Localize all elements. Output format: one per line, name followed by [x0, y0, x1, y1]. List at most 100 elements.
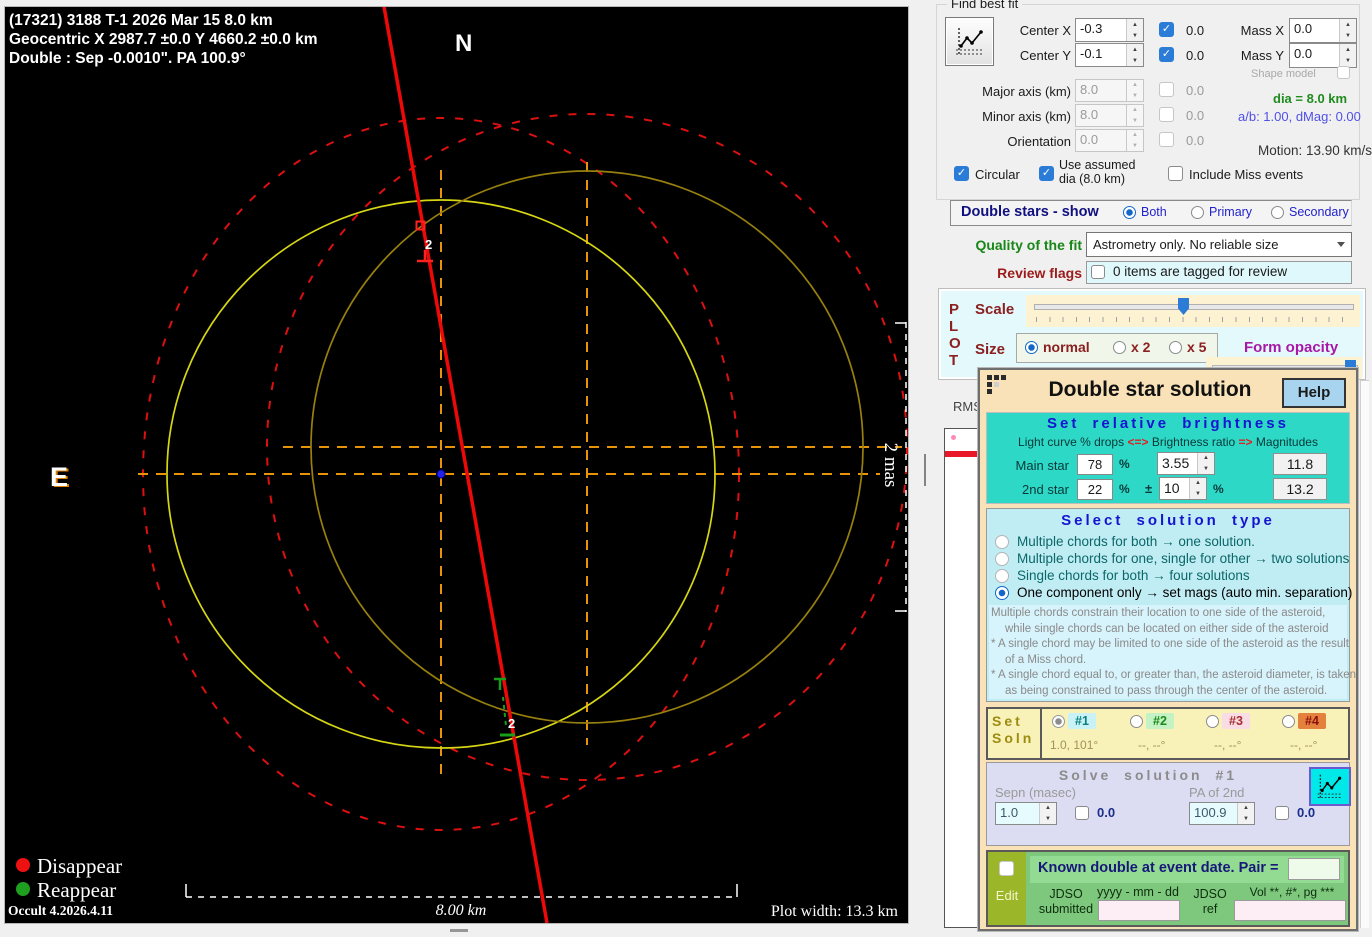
occultation-plot[interactable]: 2 2 (17321) 3188 T-1 2026 Mar 15 8.0 km … — [4, 6, 909, 924]
brightness-ratio-input[interactable]: 3.55 — [1157, 452, 1215, 475]
jdso-ref-input[interactable] — [1234, 900, 1346, 921]
solution-type-radio-3[interactable] — [995, 569, 1009, 583]
double-stars-both-label[interactable]: Both — [1141, 205, 1167, 219]
solve-chart-button[interactable] — [1309, 767, 1351, 806]
select-solution-type-section: Select solution type Multiple chords for… — [986, 508, 1350, 702]
drag-grid-icon[interactable] — [986, 374, 1010, 398]
double-stars-primary-radio[interactable] — [1191, 206, 1204, 219]
mass-x-input[interactable]: 0.0 — [1289, 18, 1357, 43]
mass-y-spinner[interactable] — [1339, 44, 1356, 67]
shape-model-checkbox[interactable] — [1337, 66, 1350, 79]
major-axis-err: 0.0 — [1186, 83, 1204, 98]
solution-type-label-1[interactable]: Multiple chords for both → one solution. — [1017, 534, 1255, 549]
known-double-header-strip: Known double at event date. Pair = — [1030, 856, 1344, 883]
disappear-legend-label: Disappear — [37, 854, 122, 878]
soln-2-tag[interactable]: #2 — [1146, 713, 1174, 729]
main-star-magnitude: 11.8 — [1273, 453, 1327, 475]
second-star-pct-input[interactable]: 22 — [1077, 479, 1113, 500]
solution-type-radio-4[interactable] — [995, 586, 1009, 600]
use-assumed-checkbox[interactable] — [1039, 166, 1054, 181]
size-radio-group: normal x 2 x 5 — [1016, 333, 1218, 363]
pa-input[interactable]: 100.9 — [1189, 802, 1255, 825]
pa-spinner[interactable] — [1237, 803, 1254, 824]
tolerance-spinner[interactable] — [1189, 478, 1206, 499]
scale-slider-thumb[interactable] — [1178, 298, 1189, 315]
major-axis-lock-checkbox[interactable] — [1159, 82, 1174, 97]
soln-3-radio[interactable] — [1206, 715, 1219, 728]
solution-type-notes: Multiple chords constrain their location… — [989, 605, 1347, 699]
center-y-lock-checkbox[interactable] — [1159, 47, 1174, 62]
orientation-input: 0.0 — [1075, 129, 1144, 152]
size-label: Size — [975, 341, 1005, 358]
shape-model-label: Shape model — [1251, 68, 1316, 80]
solution-type-radio-1[interactable] — [995, 535, 1009, 549]
sepn-label: Sepn (masec) — [995, 785, 1076, 800]
jdso-submitted-input[interactable] — [1098, 900, 1180, 921]
soln-4-tag[interactable]: #4 — [1298, 713, 1326, 729]
major-axis-label: Major axis (km) — [947, 84, 1071, 99]
center-x-err: 0.0 — [1186, 23, 1204, 38]
solution-type-label-4[interactable]: One component only → set mags (auto min.… — [1017, 585, 1352, 600]
double-stars-secondary-radio[interactable] — [1271, 206, 1284, 219]
tolerance-input[interactable]: 10 — [1159, 477, 1207, 500]
center-y-label: Center Y — [997, 48, 1071, 63]
scale-slider[interactable] — [1026, 295, 1360, 327]
quality-of-fit-dropdown[interactable]: Astrometry only. No reliable size — [1086, 232, 1352, 257]
double-stars-primary-label[interactable]: Primary — [1209, 205, 1252, 219]
horizontal-splitter-handle[interactable] — [450, 929, 468, 932]
circular-checkbox[interactable] — [954, 166, 969, 181]
vertical-splitter-handle[interactable] — [924, 454, 926, 486]
sepn-input[interactable]: 1.0 — [995, 802, 1057, 825]
review-flags-box: 0 items are tagged for review — [1086, 261, 1352, 284]
plot-title-line2: Geocentric X 2987.7 ±0.0 Y 4660.2 ±0.0 k… — [9, 31, 318, 48]
size-normal-label[interactable]: normal — [1043, 339, 1090, 355]
plot-controls-panel: PL OT Scale Size normal x 2 x 5 Form opa… — [938, 288, 1366, 380]
soln-4-radio[interactable] — [1282, 715, 1295, 728]
jdso-ref-label: JDSOref — [1186, 887, 1234, 917]
tolerance-pct-sign: % — [1213, 482, 1224, 496]
size-normal-radio[interactable] — [1025, 341, 1038, 354]
main-star-pct-input[interactable]: 78 — [1077, 454, 1113, 475]
include-miss-checkbox[interactable] — [1168, 166, 1183, 181]
solution-type-label-2[interactable]: Multiple chords for one, single for othe… — [1017, 551, 1349, 566]
edit-checkbox[interactable] — [999, 861, 1014, 876]
pa-lock-checkbox[interactable] — [1275, 806, 1289, 820]
double-stars-both-radio[interactable] — [1123, 206, 1136, 219]
scale-slider-track[interactable] — [1034, 304, 1354, 310]
center-y-spinner[interactable] — [1126, 44, 1143, 66]
double-stars-show-label: Double stars - show — [961, 204, 1099, 220]
fit-chart-button[interactable] — [945, 17, 994, 66]
mass-x-label: Mass X — [1227, 23, 1284, 38]
soln-1-radio[interactable] — [1052, 715, 1065, 728]
center-x-lock-checkbox[interactable] — [1159, 22, 1174, 37]
size-x5-label[interactable]: x 5 — [1187, 339, 1206, 355]
double-stars-secondary-label[interactable]: Secondary — [1289, 205, 1349, 219]
orientation-lock-checkbox[interactable] — [1159, 132, 1174, 147]
center-x-spinner[interactable] — [1126, 19, 1143, 41]
size-x2-label[interactable]: x 2 — [1131, 339, 1150, 355]
dia-text: dia = 8.0 km — [1273, 91, 1347, 106]
mass-y-input[interactable]: 0.0 — [1289, 43, 1357, 68]
soln-2-radio[interactable] — [1130, 715, 1143, 728]
sepn-lock-checkbox[interactable] — [1075, 806, 1089, 820]
center-x-input[interactable]: -0.3 — [1075, 18, 1144, 42]
solution-type-label-3[interactable]: Single chords for both → four solutions — [1017, 568, 1250, 583]
soln-3-tag[interactable]: #3 — [1222, 713, 1250, 729]
help-button[interactable]: Help — [1282, 378, 1346, 408]
pair-input[interactable] — [1288, 858, 1340, 880]
size-x2-radio[interactable] — [1113, 341, 1126, 354]
soln-1-tag[interactable]: #1 — [1068, 713, 1096, 729]
center-y-input[interactable]: -0.1 — [1075, 43, 1144, 67]
mass-x-spinner[interactable] — [1339, 19, 1356, 42]
dialog-title: Double star solution — [1010, 378, 1290, 402]
minor-axis-lock-checkbox[interactable] — [1159, 107, 1174, 122]
size-x5-radio[interactable] — [1169, 341, 1182, 354]
sepn-spinner[interactable] — [1039, 803, 1056, 824]
review-flags-checkbox[interactable] — [1091, 265, 1105, 279]
mas-scale-label: 2 mas — [880, 443, 901, 488]
brightness-ratio-spinner[interactable] — [1197, 453, 1214, 474]
right-arrow: => — [1239, 435, 1253, 449]
plot-canvas[interactable]: 2 2 (17321) 3188 T-1 2026 Mar 15 8.0 km … — [5, 7, 908, 923]
solution-type-radio-2[interactable] — [995, 552, 1009, 566]
plot-vertical-label: PL OT — [949, 301, 963, 369]
